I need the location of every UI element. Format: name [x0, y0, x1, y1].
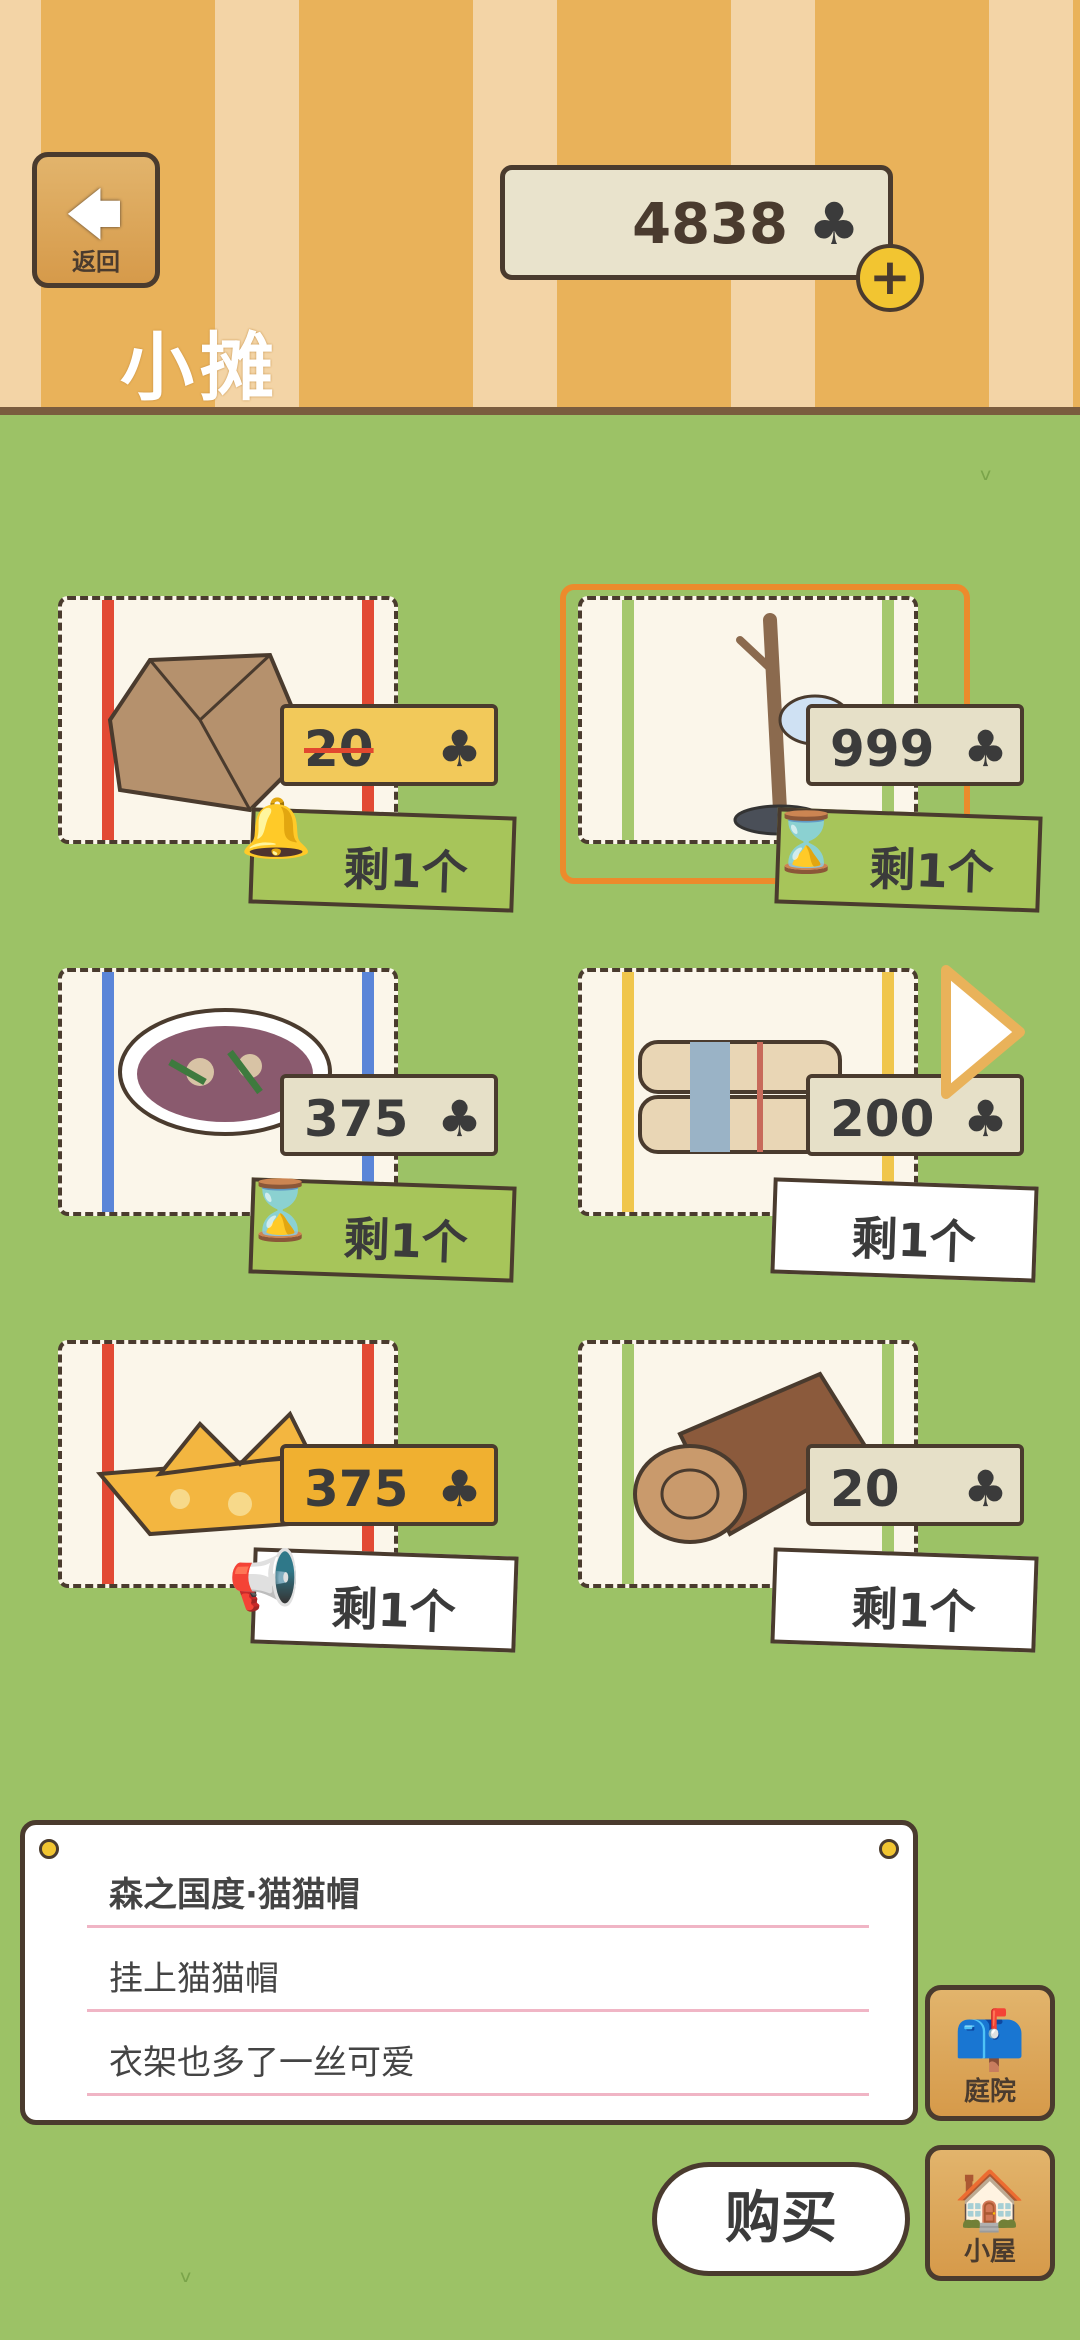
price-value: 200: [830, 1090, 935, 1148]
price-tag: 20 ♣: [280, 704, 498, 786]
price-tag: 375 ♣: [280, 1074, 498, 1156]
next-page-arrow-icon[interactable]: [938, 962, 1028, 1102]
item-name: 森之国度·猫猫帽: [109, 1875, 360, 1915]
pin-icon: [879, 1839, 899, 1859]
page-title: 小摊: [120, 325, 280, 411]
stock-label: 剩1个: [330, 1581, 457, 1640]
coin-count: 4838: [632, 192, 788, 257]
price-tag: 999 ♣: [806, 704, 1024, 786]
price-value: 375: [304, 1090, 409, 1148]
back-button[interactable]: 🡄 返回: [32, 152, 160, 288]
stock-tag: 剩1个: [770, 1177, 1039, 1283]
clover-icon: ♣: [437, 1460, 482, 1518]
bell-icon: 🔔: [240, 794, 313, 862]
stock-label: 剩1个: [850, 1581, 977, 1640]
stock-label: 剩1个: [850, 1211, 977, 1270]
buy-button[interactable]: 购买: [652, 2162, 910, 2276]
clover-icon: ♣: [437, 720, 482, 778]
clover-icon: ♣: [963, 720, 1008, 778]
house-button[interactable]: 🏠 小屋: [925, 2145, 1055, 2281]
hourglass-icon: ⌛: [244, 1176, 317, 1244]
price-tag: 375 ♣: [280, 1444, 498, 1526]
hourglass-icon: ⌛: [770, 808, 843, 876]
house-icon: 🏠: [953, 2166, 1027, 2234]
item-desc-line2: 衣架也多了一丝可爱: [109, 2043, 415, 2083]
grass-tuft: ᵛ: [980, 463, 993, 498]
stock-label: 剩1个: [868, 841, 995, 900]
yard-label: 庭院: [963, 2077, 1016, 2107]
item-description-panel: 森之国度·猫猫帽 挂上猫猫帽 衣架也多了一丝可爱: [20, 1820, 918, 2125]
back-label: 返回: [72, 248, 120, 276]
add-coins-button[interactable]: +: [856, 244, 924, 312]
price-value: 20: [830, 1460, 900, 1518]
clover-icon: ♣: [963, 1460, 1008, 1518]
megaphone-icon: 📢: [228, 1546, 301, 1614]
price-tag: 20 ♣: [806, 1444, 1024, 1526]
description-row: 衣架也多了一丝可爱: [87, 2013, 869, 2096]
mailbox-icon: 📫: [953, 2006, 1027, 2074]
clover-icon: ♣: [808, 190, 860, 258]
description-row: 森之国度·猫猫帽: [87, 1845, 869, 1928]
stock-label: 剩1个: [342, 1211, 469, 1270]
clover-icon: ♣: [437, 1090, 482, 1148]
pin-icon: [39, 1839, 59, 1859]
price-value: 20: [304, 720, 374, 778]
coin-balance: 4838 ♣: [500, 165, 893, 280]
stock-tag: 剩1个: [770, 1547, 1039, 1653]
stock-label: 剩1个: [342, 841, 469, 900]
house-label: 小屋: [963, 2237, 1016, 2267]
item-desc-line1: 挂上猫猫帽: [109, 1959, 279, 1999]
yard-button[interactable]: 📫 庭院: [925, 1985, 1055, 2121]
description-row: 挂上猫猫帽: [87, 1929, 869, 2012]
grass-tuft: ᵛ: [180, 2265, 193, 2300]
price-value: 375: [304, 1460, 409, 1518]
price-value: 999: [830, 720, 935, 778]
